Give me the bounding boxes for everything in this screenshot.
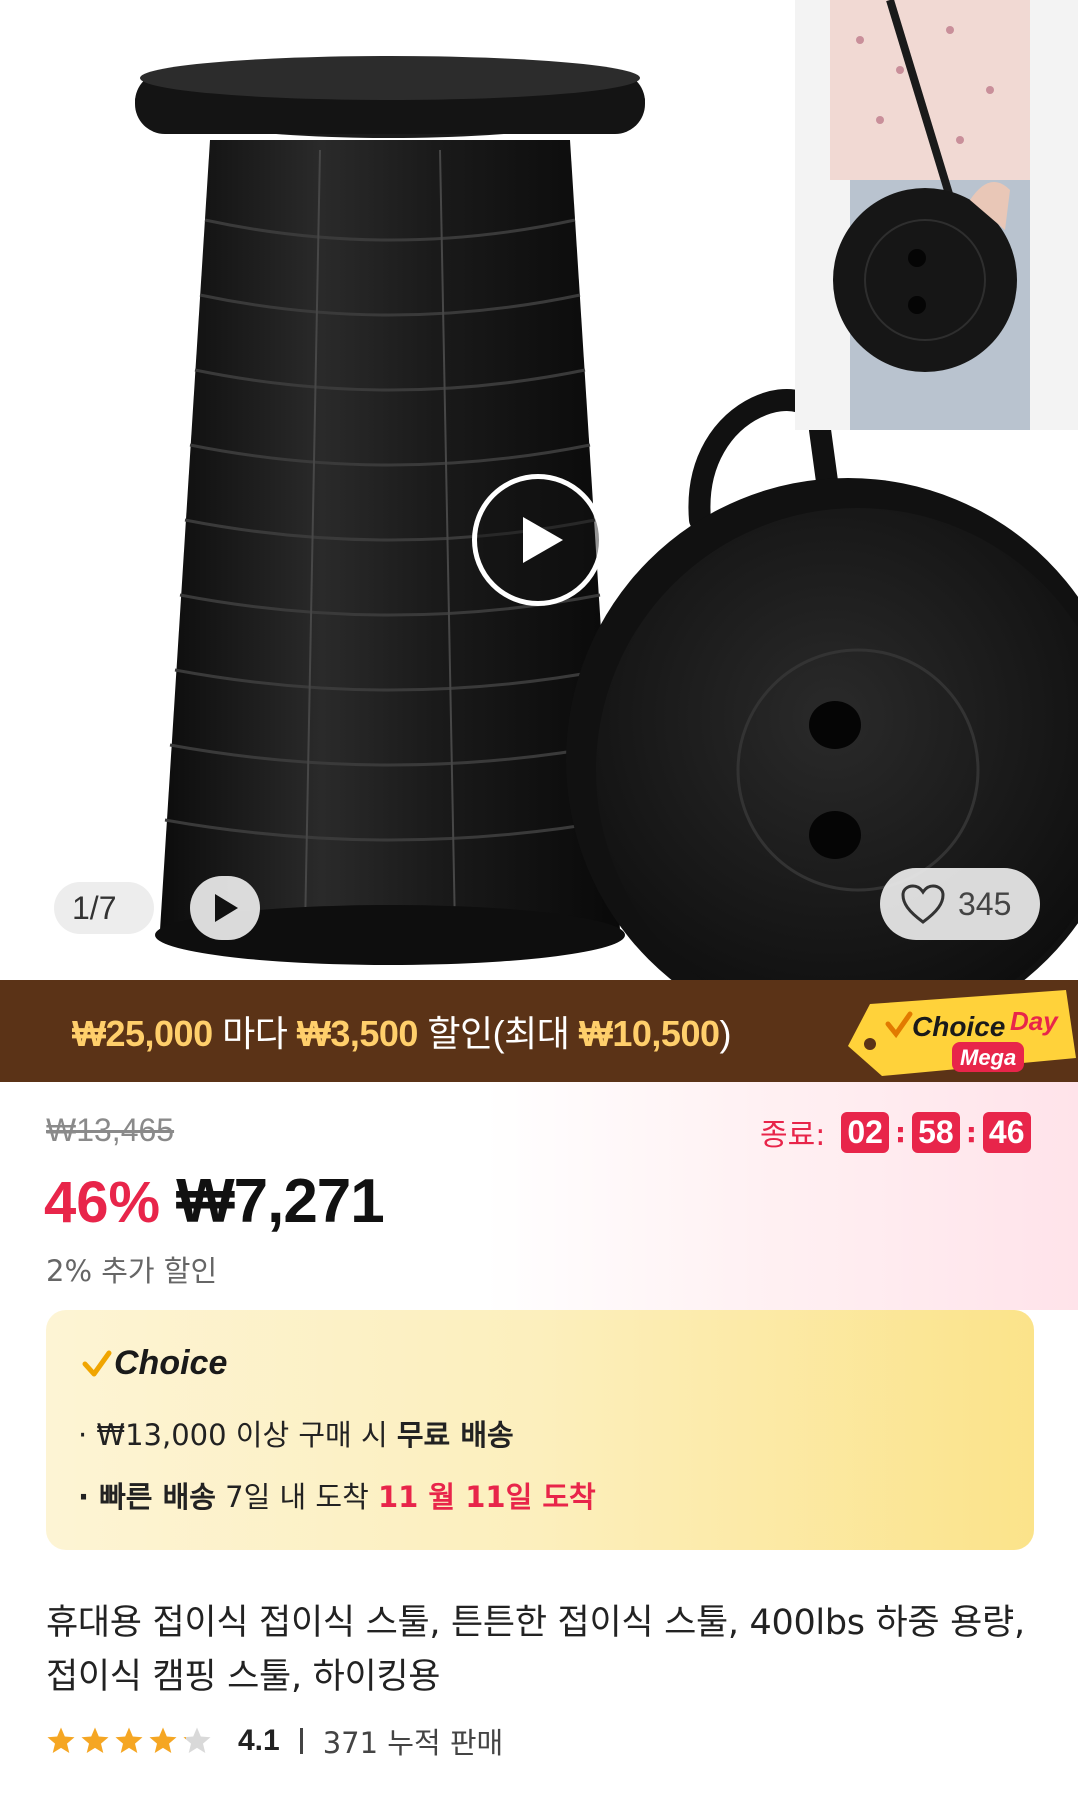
promo-threshold: ₩25,000 — [72, 1013, 213, 1054]
timer-minutes: 58 — [912, 1111, 960, 1153]
choice-logo-text: Choice — [114, 1344, 228, 1382]
checkmark-icon — [82, 1350, 112, 1376]
timer-separator: : — [965, 1115, 977, 1149]
video-play-icon — [215, 894, 238, 922]
fast-delivery-label: · 빠른 배송 — [78, 1480, 216, 1514]
timer-seconds: 46 — [982, 1111, 1031, 1153]
timer-hours: 02 — [841, 1111, 889, 1153]
star-icon — [183, 1727, 211, 1753]
promo-text-per: 마다 — [212, 1013, 297, 1054]
image-counter-text: 1/7 — [72, 889, 117, 926]
tag-day-text: Day — [1010, 1006, 1059, 1036]
star-icon — [115, 1727, 143, 1753]
tag-choice-text: Choice — [912, 1011, 1005, 1042]
rating-score: 4.1 — [238, 1724, 280, 1757]
promo-text: ₩25,000 마다 ₩3,500 할인(최대 ₩10,500) — [72, 1005, 731, 1057]
divider — [299, 1728, 303, 1754]
star-rating — [46, 1726, 212, 1756]
promo-discount: ₩3,500 — [296, 1013, 419, 1054]
choice-shipping-card[interactable]: Choice · ₩13,000 이상 구매 시 무료 배송 · 빠른 배송 7… — [46, 1310, 1034, 1550]
free-shipping-line: · ₩13,000 이상 구매 시 무료 배송 — [78, 1412, 514, 1454]
countdown-timer: 종료: 02 : 58 : 46 — [760, 1110, 1031, 1154]
play-icon — [523, 517, 563, 563]
extra-discount: 2% 추가 할인 — [46, 1254, 218, 1288]
promo-text-close: ) — [719, 1013, 732, 1054]
video-thumbnail-button[interactable] — [190, 876, 260, 940]
promo-max-amount: ₩10,500 — [578, 1013, 720, 1054]
product-title: 휴대용 접이식 접이식 스툴, 튼튼한 접이식 스툴, 400lbs 하중 용량… — [46, 1603, 1025, 1697]
discount-percent: 46% — [44, 1170, 161, 1235]
star-icon — [47, 1727, 75, 1753]
sale-price-row: 46% ₩7,271 — [44, 1166, 385, 1237]
star-icon — [149, 1727, 177, 1753]
fast-delivery-line: · 빠른 배송 7일 내 도착 11 월 11일 도착 — [78, 1474, 596, 1516]
tag-mega-text: Mega — [960, 1045, 1016, 1070]
original-price: ₩13,465 — [46, 1112, 175, 1148]
star-icon — [81, 1727, 109, 1753]
heart-icon — [901, 884, 945, 924]
sale-price: ₩7,271 — [176, 1167, 385, 1236]
free-shipping-label: 무료 배송 — [396, 1418, 514, 1452]
timer-separator: : — [894, 1115, 907, 1149]
product-gallery[interactable]: 1/7 345 — [0, 0, 1078, 980]
favorite-button[interactable]: 345 — [880, 868, 1040, 940]
fast-delivery-days: 7일 내 도착 — [215, 1480, 378, 1514]
free-shipping-condition: · ₩13,000 이상 구매 시 — [78, 1418, 397, 1452]
choice-day-mega-tag: Choice Day Mega — [848, 990, 1076, 1076]
play-video-button[interactable] — [472, 474, 604, 606]
timer-label: 종료: — [760, 1118, 826, 1153]
promo-text-max: 할인(최대 — [417, 1013, 579, 1054]
rating-row[interactable]: 4.1 371 누적 판매 — [46, 1720, 503, 1762]
sold-count: 371 누적 판매 — [322, 1726, 504, 1760]
image-counter: 1/7 — [54, 882, 154, 934]
favorite-count: 345 — [958, 885, 1012, 922]
choice-logo: Choice — [82, 1344, 227, 1383]
delivery-date: 11 월 11일 도착 — [377, 1480, 596, 1514]
